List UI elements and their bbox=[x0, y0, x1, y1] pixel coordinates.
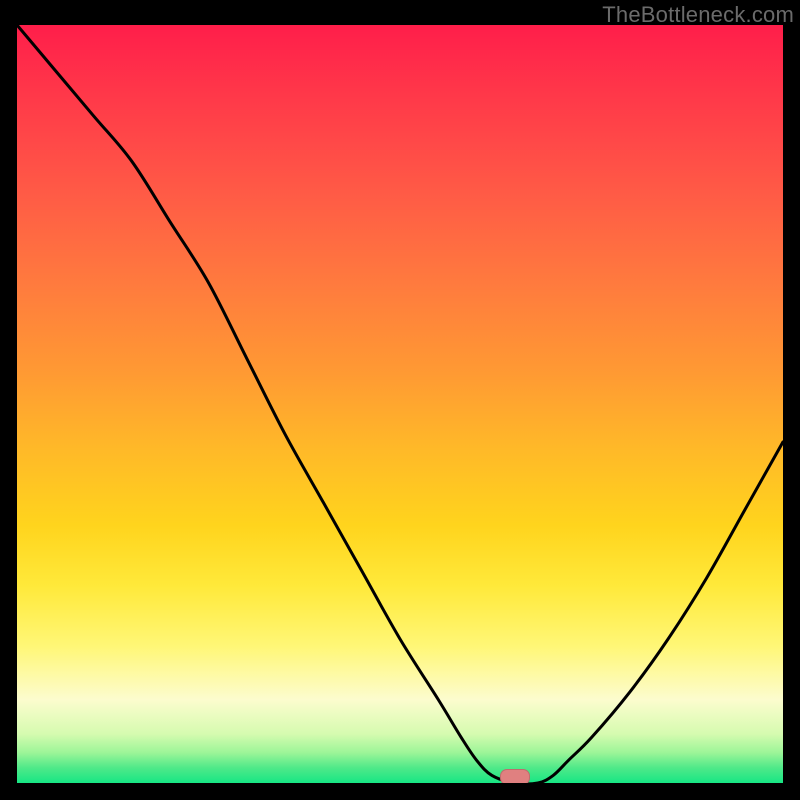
watermark-label: TheBottleneck.com bbox=[602, 2, 794, 28]
chart-frame: TheBottleneck.com bbox=[0, 0, 800, 800]
bottleneck-curve bbox=[17, 25, 783, 783]
plot-area bbox=[17, 25, 783, 783]
bottleneck-point-marker bbox=[500, 769, 530, 783]
